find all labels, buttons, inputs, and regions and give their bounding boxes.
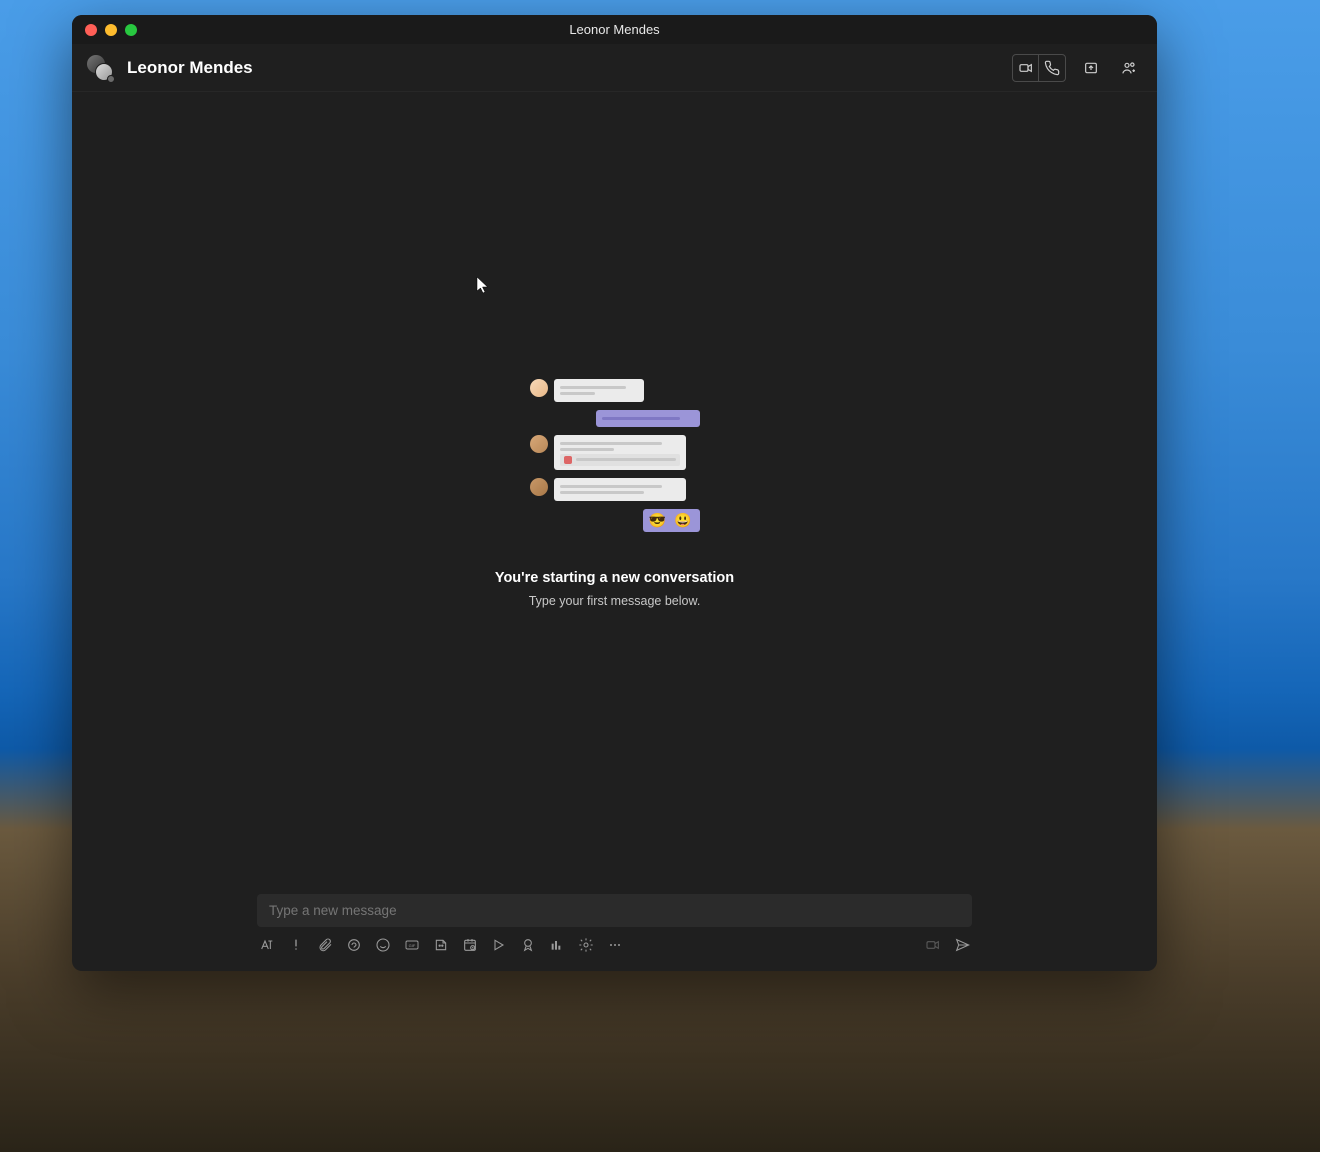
emoji-icon[interactable] (375, 937, 391, 953)
apps-icon[interactable] (578, 937, 594, 953)
chat-window: Leonor Mendes Leonor Mendes (72, 15, 1157, 971)
sticker-icon[interactable] (433, 937, 449, 953)
priority-icon[interactable] (288, 937, 304, 953)
add-people-button[interactable] (1116, 55, 1142, 81)
window-title: Leonor Mendes (72, 22, 1157, 37)
empty-state-headline: You're starting a new conversation (495, 570, 734, 586)
chat-header: Leonor Mendes (72, 44, 1157, 92)
header-actions (1012, 54, 1142, 82)
gif-icon[interactable]: GIF (404, 937, 420, 953)
composer: GIF (72, 894, 1157, 971)
minimize-window-button[interactable] (105, 24, 117, 36)
send-button[interactable] (954, 937, 970, 953)
attach-icon[interactable] (317, 937, 333, 953)
desktop-background: Leonor Mendes Leonor Mendes (0, 0, 1320, 1152)
schedule-icon[interactable] (462, 937, 478, 953)
video-call-button[interactable] (1013, 55, 1039, 81)
close-window-button[interactable] (85, 24, 97, 36)
contact-name[interactable]: Leonor Mendes (127, 58, 253, 78)
contact-avatar[interactable] (87, 55, 113, 81)
empty-state-illustration: 😎 😃 (530, 379, 700, 532)
audio-call-button[interactable] (1039, 55, 1065, 81)
approvals-icon[interactable] (520, 937, 536, 953)
format-icon[interactable] (259, 937, 275, 953)
chat-body: 😎 😃 You're starting a new conversation T… (72, 92, 1157, 894)
stream-icon[interactable] (491, 937, 507, 953)
message-input[interactable] (257, 894, 972, 927)
titlebar: Leonor Mendes (72, 15, 1157, 44)
emoji-bubble: 😎 😃 (643, 509, 700, 532)
svg-text:GIF: GIF (409, 943, 416, 948)
loop-icon[interactable] (346, 937, 362, 953)
video-clip-icon (925, 937, 941, 953)
traffic-lights (85, 24, 137, 36)
more-icon[interactable] (607, 937, 623, 953)
empty-state-subline: Type your first message below. (529, 594, 701, 608)
presence-offline-icon (107, 75, 115, 83)
maximize-window-button[interactable] (125, 24, 137, 36)
viva-icon[interactable] (549, 937, 565, 953)
screen-share-button[interactable] (1078, 55, 1104, 81)
mouse-cursor-icon (476, 276, 490, 297)
composer-toolbar: GIF (257, 937, 972, 953)
